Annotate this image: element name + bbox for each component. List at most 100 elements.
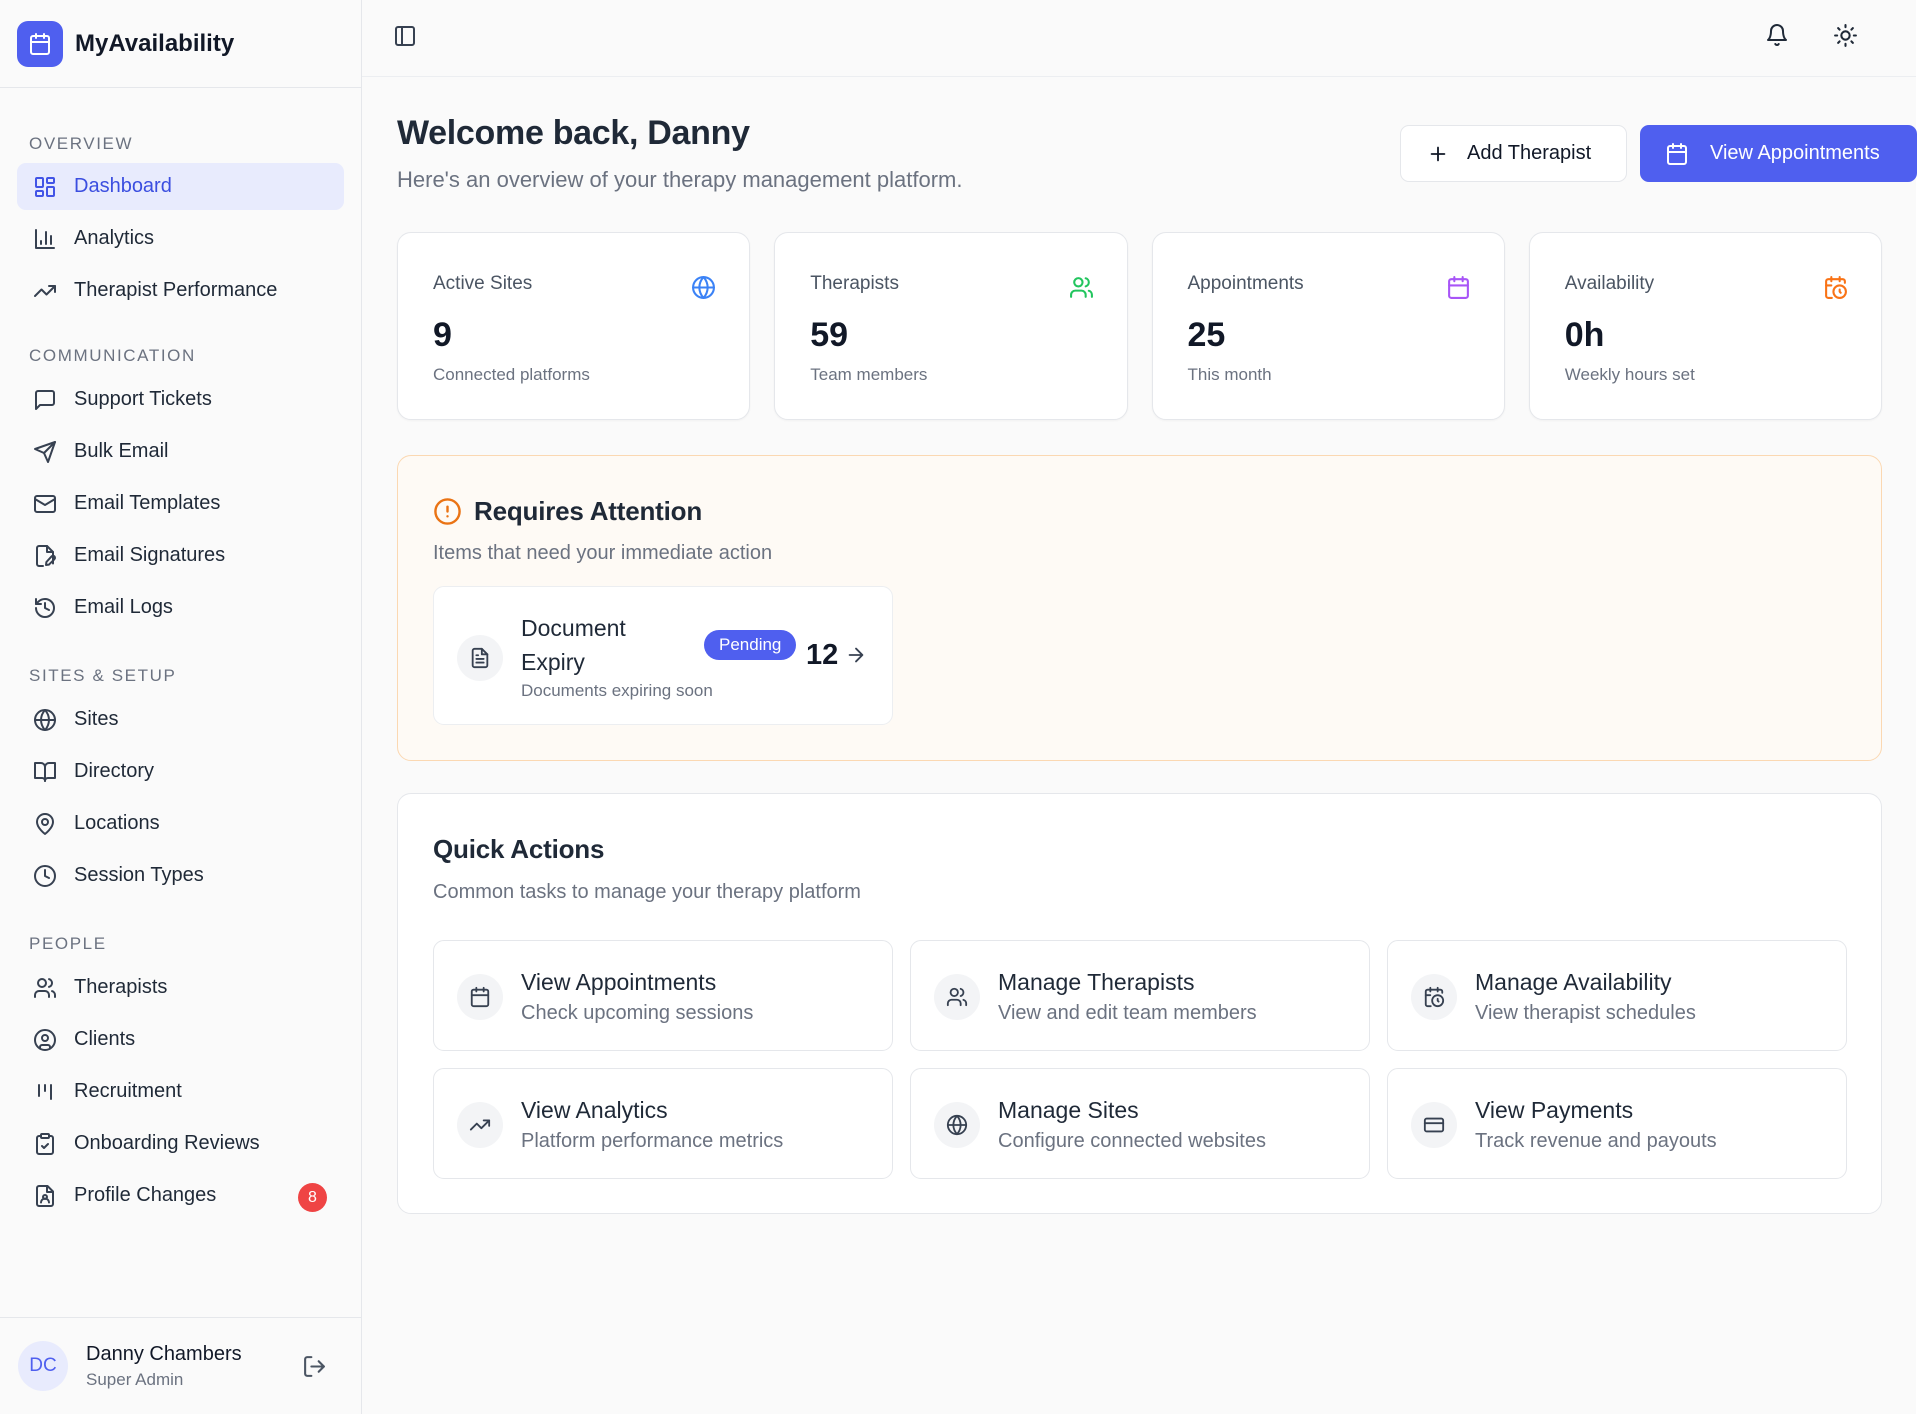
calendar-clock-icon — [1823, 275, 1848, 300]
sidebar-item-label: Therapist Performance — [74, 279, 278, 301]
calendar-icon — [1665, 142, 1689, 166]
map-pin-icon — [33, 812, 57, 836]
globe-icon — [691, 275, 716, 300]
stat-card-appointments[interactable]: Appointments 25 This month — [1151, 232, 1505, 420]
quick-action-title: Manage Availability — [1475, 969, 1672, 995]
quick-action-title: Manage Sites — [998, 1097, 1139, 1123]
attention-subtitle: Items that need your immediate action — [433, 542, 773, 564]
quick-action-view-appointments[interactable]: View Appointments Check upcoming session… — [433, 940, 893, 1051]
sidebar-item-locations[interactable]: Locations — [17, 800, 344, 847]
kanban-icon — [33, 1080, 57, 1104]
quick-actions-subtitle: Common tasks to manage your therapy plat… — [433, 881, 861, 903]
mail-icon — [33, 492, 57, 516]
sidebar-item-directory[interactable]: Directory — [17, 748, 344, 795]
sidebar-item-profile-changes[interactable]: Profile Changes 8 — [17, 1172, 344, 1219]
view-appointments-label: View Appointments — [1710, 142, 1880, 164]
stat-card-active-sites[interactable]: Active Sites 9 Connected platforms — [397, 232, 751, 420]
view-appointments-button[interactable]: View Appointments — [1640, 125, 1917, 182]
sidebar-item-label: Clients — [74, 1028, 136, 1050]
sidebar-item-clients[interactable]: Clients — [17, 1016, 344, 1063]
stat-card-availability[interactable]: Availability 0h Weekly hours set — [1528, 232, 1882, 420]
sidebar-item-label: Bulk Email — [74, 440, 169, 462]
section-communication-title: COMMUNICATION — [29, 346, 196, 365]
bar-chart-icon — [33, 227, 57, 251]
stat-label: Appointments — [1187, 273, 1304, 294]
sidebar-item-recruitment[interactable]: Recruitment — [17, 1068, 344, 1115]
sidebar-item-bulk-email[interactable]: Bulk Email — [17, 428, 344, 475]
sidebar-item-sites[interactable]: Sites — [17, 696, 344, 743]
section-people-title: PEOPLE — [29, 934, 107, 953]
quick-action-title: View Payments — [1475, 1097, 1634, 1123]
sidebar-item-label: Recruitment — [74, 1080, 182, 1102]
quick-action-desc: Check upcoming sessions — [521, 1002, 754, 1024]
status-badge: Pending — [704, 630, 797, 660]
sidebar-item-dashboard[interactable]: Dashboard — [17, 163, 344, 210]
sidebar-item-analytics[interactable]: Analytics — [17, 215, 344, 262]
main-content: Welcome back, Danny Here's an overview o… — [362, 0, 1917, 1414]
user-profile[interactable]: DC Danny Chambers Super Admin — [0, 1317, 361, 1414]
quick-action-view-analytics[interactable]: View Analytics Platform performance metr… — [433, 1068, 893, 1179]
sidebar-item-support-tickets[interactable]: Support Tickets — [17, 376, 344, 423]
sidebar-item-onboarding-reviews[interactable]: Onboarding Reviews — [17, 1120, 344, 1167]
stat-desc: Weekly hours set — [1564, 365, 1695, 384]
stat-card-therapists[interactable]: Therapists 59 Team members — [774, 232, 1128, 420]
globe-icon — [934, 1102, 980, 1148]
sidebar-nav: OVERVIEW Dashboard Analytics Therapist P… — [0, 133, 361, 1219]
history-icon — [33, 596, 57, 620]
file-user-icon — [33, 1184, 57, 1208]
requires-attention-panel: Requires Attention Items that need your … — [397, 455, 1882, 761]
quick-action-manage-therapists[interactable]: Manage Therapists View and edit team mem… — [910, 940, 1370, 1051]
send-icon — [33, 440, 57, 464]
stats-row: Active Sites 9 Connected platforms Thera… — [397, 232, 1882, 420]
quick-action-manage-availability[interactable]: Manage Availability View therapist sched… — [1387, 940, 1847, 1051]
calendar-icon — [1446, 275, 1471, 300]
file-signature-icon — [33, 544, 57, 568]
section-sites-title: SITES & SETUP — [29, 666, 177, 685]
trending-up-icon — [457, 1102, 503, 1148]
sidebar-item-email-logs[interactable]: Email Logs — [17, 584, 344, 631]
quick-action-view-payments[interactable]: View Payments Track revenue and payouts — [1387, 1068, 1847, 1179]
book-open-icon — [33, 760, 57, 784]
quick-action-desc: View therapist schedules — [1475, 1002, 1696, 1024]
page-title: Welcome back, Danny — [397, 114, 750, 152]
sidebar-item-label: Analytics — [74, 227, 155, 249]
quick-action-manage-sites[interactable]: Manage Sites Configure connected website… — [910, 1068, 1370, 1179]
sidebar-toggle-icon[interactable] — [393, 24, 417, 48]
top-bar — [362, 0, 1916, 77]
stat-value: 0h — [1564, 316, 1605, 354]
avatar: DC — [18, 1341, 68, 1391]
sun-icon[interactable] — [1833, 23, 1858, 48]
message-square-icon — [33, 388, 57, 412]
stat-label: Active Sites — [433, 273, 533, 294]
stat-desc: Connected platforms — [433, 365, 590, 384]
sidebar-item-label: Email Templates — [74, 492, 221, 514]
calendar-logo-icon — [17, 20, 63, 67]
brand[interactable]: MyAvailability — [0, 0, 361, 88]
logout-icon[interactable] — [302, 1354, 327, 1379]
bell-icon[interactable] — [1765, 23, 1789, 47]
add-therapist-button[interactable]: Add Therapist — [1400, 125, 1627, 182]
sidebar-item-label: Directory — [74, 760, 155, 782]
document-expiry-item[interactable]: Document Expiry Documents expiring soon … — [433, 586, 893, 725]
page-subtitle: Here's an overview of your therapy manag… — [397, 167, 963, 192]
sidebar-item-therapist-performance[interactable]: Therapist Performance — [17, 267, 344, 314]
sidebar-item-label: Email Signatures — [74, 544, 226, 566]
app-name: MyAvailability — [75, 29, 235, 57]
users-icon — [1069, 275, 1094, 300]
sidebar-item-session-types[interactable]: Session Types — [17, 852, 344, 899]
stat-label: Therapists — [810, 273, 899, 294]
quick-actions-panel: Quick Actions Common tasks to manage you… — [397, 793, 1882, 1214]
stat-label: Availability — [1564, 273, 1655, 294]
sidebar-item-email-templates[interactable]: Email Templates — [17, 480, 344, 527]
trending-up-icon — [33, 279, 57, 303]
user-circle-icon — [33, 1028, 57, 1052]
section-overview-title: OVERVIEW — [29, 134, 134, 153]
stat-desc: This month — [1187, 365, 1272, 384]
attention-item-title: Document Expiry — [521, 615, 626, 675]
attention-item-count: 12 — [806, 639, 839, 671]
user-name: Danny Chambers — [86, 1342, 242, 1365]
sidebar-item-email-signatures[interactable]: Email Signatures — [17, 532, 344, 579]
sidebar-item-therapists[interactable]: Therapists — [17, 964, 344, 1011]
quick-action-desc: Configure connected websites — [998, 1130, 1266, 1152]
users-icon — [934, 974, 980, 1020]
